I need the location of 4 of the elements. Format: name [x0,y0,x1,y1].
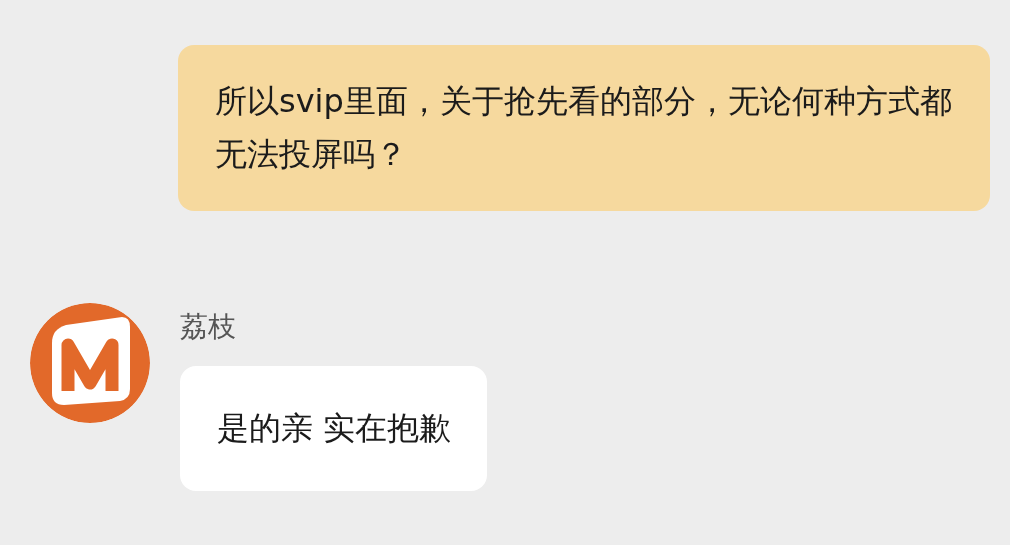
sender-name: 荔枝 [180,309,236,345]
message-bubble: 是的亲 实在抱歉 [180,366,488,491]
avatar-logo-icon[interactable] [30,303,150,423]
message-bubble: 所以svip里面，关于抢先看的部分，无论何种方式都无法投屏吗？ [178,45,990,211]
